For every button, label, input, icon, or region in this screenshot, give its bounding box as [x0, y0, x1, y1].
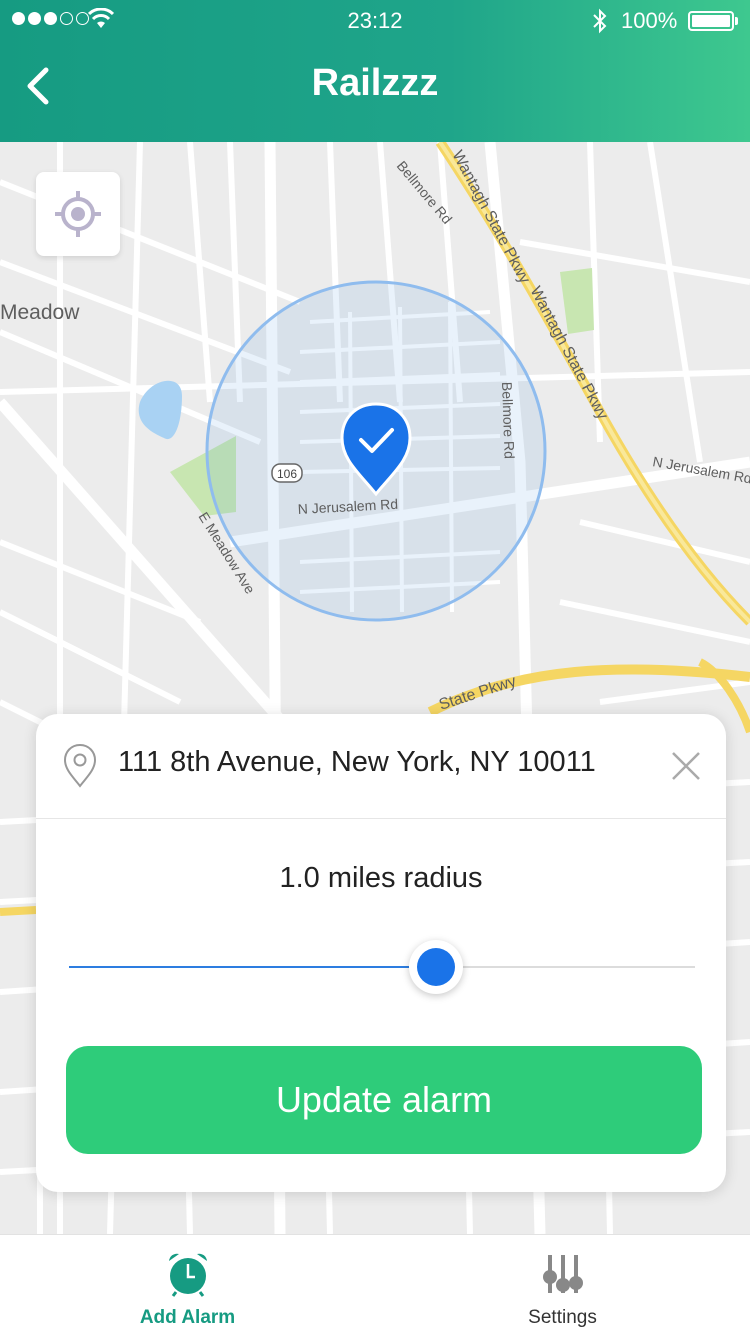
tab-add-alarm[interactable]: Add Alarm — [0, 1235, 375, 1335]
address-text: 111 8th Avenue, New York, NY 10011 — [118, 746, 596, 778]
locate-button[interactable] — [36, 172, 120, 256]
page-title: Railzzz — [311, 62, 439, 104]
radius-label: 1.0 miles radius — [279, 862, 483, 894]
route-shield-106: 106 — [277, 467, 297, 481]
tab-settings[interactable]: Settings — [375, 1235, 750, 1335]
radius-slider-track[interactable] — [69, 966, 695, 968]
tab-settings-label: Settings — [528, 1307, 597, 1328]
bluetooth-icon — [593, 8, 607, 34]
alarm-card: 111 8th Avenue, New York, NY 10011 1.0 m… — [36, 714, 726, 1192]
location-pin-icon — [63, 743, 97, 788]
map-label-bellmore-rd-south: Bellmore Rd — [499, 382, 518, 460]
sliders-icon — [542, 1255, 583, 1293]
app-header: 23:12 100% Railzzz — [0, 0, 750, 142]
battery-percent: 100% — [621, 8, 678, 33]
update-alarm-button[interactable]: Update alarm — [66, 1046, 702, 1154]
radius-slider-thumb[interactable] — [409, 940, 464, 994]
map-label-meadow: Meadow — [0, 301, 80, 324]
crosshair-icon — [55, 191, 101, 237]
tab-add-alarm-label: Add Alarm — [139, 1307, 236, 1328]
close-icon[interactable] — [670, 750, 702, 782]
tab-bar: Add Alarm Settings — [0, 1234, 750, 1335]
status-bar: 23:12 100% — [0, 0, 750, 40]
battery-icon — [688, 11, 734, 31]
radius-slider-fill — [69, 966, 437, 968]
address-row: 111 8th Avenue, New York, NY 10011 — [36, 714, 726, 819]
alarm-clock-icon — [168, 1253, 207, 1297]
